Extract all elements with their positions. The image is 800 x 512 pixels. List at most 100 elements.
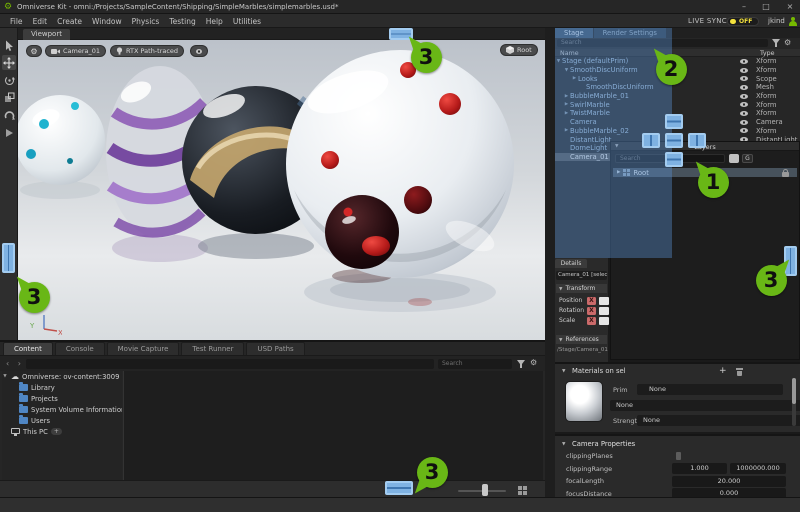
root-breadcrumb-button[interactable]: Root	[500, 44, 538, 56]
dock-target-left[interactable]	[642, 133, 660, 148]
viewport-canvas[interactable]: ⚙ Camera_01 RTX Path-traced Root Y X	[18, 40, 545, 340]
expand-arrow-icon[interactable]: ▼	[2, 374, 8, 379]
dock-edge-handle-bottom[interactable]	[385, 481, 413, 495]
add-connection-badge[interactable]: +	[51, 428, 62, 435]
transform-section-header[interactable]: ▼Transform	[556, 284, 607, 293]
viewport-settings-button[interactable]: ⚙	[26, 45, 42, 57]
thumbnail-size-slider-thumb[interactable]	[482, 484, 488, 496]
content-tab[interactable]: Test Runner	[181, 342, 244, 355]
visibility-menu-button[interactable]	[190, 45, 208, 57]
menu-item[interactable]: Window	[92, 17, 122, 26]
dock-edge-handle-left[interactable]	[2, 243, 15, 273]
content-tab[interactable]: USD Paths	[246, 342, 304, 355]
visibility-eye-icon[interactable]	[740, 68, 748, 73]
menu-bar: File Edit Create Window Physics Testing Help Ut…	[0, 14, 800, 28]
prim-type: Xform	[756, 109, 800, 117]
rotate-tool-button[interactable]	[2, 73, 16, 88]
list-icon[interactable]	[676, 452, 681, 460]
content-tree-row[interactable]: Library	[2, 382, 122, 393]
value-field[interactable]	[599, 297, 609, 305]
user-icon[interactable]	[788, 16, 797, 26]
layers-filter-button[interactable]	[729, 154, 739, 163]
collapse-triangle-icon[interactable]: ▼	[562, 369, 565, 374]
scale-tool-button[interactable]	[2, 90, 16, 105]
cloud-icon: ☁	[11, 373, 19, 381]
clear-x-button[interactable]: X	[587, 307, 596, 315]
content-tree-row[interactable]: Users	[2, 415, 122, 426]
content-tab[interactable]: Console	[55, 342, 105, 355]
callout-number: 3	[764, 265, 779, 296]
callout-badge: 3	[417, 457, 448, 488]
close-button[interactable]: ×	[784, 2, 796, 12]
gear-icon: ⚙	[30, 47, 37, 56]
material-dropdown[interactable]: None ▼	[610, 400, 800, 411]
visibility-eye-icon[interactable]	[740, 85, 748, 90]
live-sync-toggle[interactable]: OFF	[727, 17, 759, 26]
menu-item[interactable]: Utilities	[233, 17, 261, 26]
visibility-eye-icon[interactable]	[740, 76, 748, 81]
visibility-eye-icon[interactable]	[740, 94, 748, 99]
collapse-triangle-icon[interactable]: ▼	[562, 442, 565, 447]
strength-dropdown[interactable]: None ▼	[637, 415, 800, 426]
history-back-forward-buttons[interactable]: ‹ ›	[6, 359, 24, 368]
delete-material-icon[interactable]	[736, 368, 743, 376]
references-section-header[interactable]: ▼References	[556, 335, 607, 344]
content-tab[interactable]: Movie Capture	[107, 342, 180, 355]
maximize-button[interactable]: □	[760, 2, 772, 12]
camera-select-button[interactable]: Camera_01	[45, 45, 106, 57]
value-field[interactable]	[599, 317, 609, 325]
property-value-field[interactable]: 20.000	[672, 476, 786, 487]
minimize-button[interactable]: –	[738, 2, 750, 12]
snap-tool-button[interactable]	[2, 107, 16, 122]
panel-divider[interactable]	[545, 28, 555, 497]
content-tree-row[interactable]: ▼ ☁ Omniverse: ov-content:3009	[2, 371, 122, 382]
dock-target-bottom[interactable]	[665, 152, 683, 167]
content-tree-row[interactable]: System Volume Information	[2, 404, 122, 415]
grid-view-icon[interactable]	[518, 486, 527, 495]
property-value-field[interactable]: 1.000	[672, 463, 727, 474]
content-options-gear-icon[interactable]: ⚙	[530, 358, 537, 367]
menu-item[interactable]: Testing	[169, 17, 195, 26]
add-material-button[interactable]: +	[719, 366, 727, 376]
move-tool-button[interactable]	[2, 55, 16, 70]
visibility-eye-icon[interactable]	[740, 59, 748, 64]
material-preview-sphere[interactable]	[565, 381, 603, 422]
scrollbar-thumb[interactable]	[792, 378, 796, 404]
visibility-eye-icon[interactable]	[740, 102, 748, 107]
clear-x-button[interactable]: X	[587, 297, 596, 305]
menu-item[interactable]: Create	[57, 17, 82, 26]
select-tool-button[interactable]	[2, 38, 16, 53]
value-field[interactable]	[599, 307, 609, 315]
dock-target-top[interactable]	[665, 114, 683, 129]
viewport-panel: Viewport	[18, 28, 545, 340]
content-tree-row[interactable]: Projects	[2, 393, 122, 404]
visibility-eye-icon[interactable]	[740, 120, 748, 125]
lock-icon[interactable]	[782, 169, 789, 177]
filter-icon[interactable]	[517, 360, 525, 368]
filter-icon[interactable]	[772, 39, 780, 47]
menu-item[interactable]: Physics	[132, 17, 160, 26]
menu-item[interactable]: Edit	[33, 17, 48, 26]
content-file-area[interactable]	[123, 371, 543, 480]
renderer-select-button[interactable]: RTX Path-traced	[110, 45, 184, 57]
clear-x-button[interactable]: X	[587, 317, 596, 325]
dock-target-right[interactable]	[688, 133, 706, 148]
stage-options-gear-icon[interactable]: ⚙	[784, 38, 791, 48]
folder-icon	[19, 384, 28, 391]
content-search-input[interactable]: Search	[438, 359, 512, 369]
prim-value-field[interactable]: None	[637, 384, 783, 395]
transform-row-label: Rotation	[559, 307, 584, 314]
visibility-eye-icon[interactable]	[740, 128, 748, 133]
details-tab[interactable]: Details	[555, 259, 587, 268]
layers-g-button[interactable]: G	[742, 154, 753, 163]
play-button[interactable]	[2, 125, 16, 140]
content-tree-row[interactable]: This PC +	[2, 426, 122, 437]
dock-target-center[interactable]	[665, 133, 683, 148]
menu-item[interactable]: Help	[206, 17, 223, 26]
path-field[interactable]	[26, 359, 434, 369]
viewport-tab[interactable]: Viewport	[23, 29, 70, 40]
menu-item[interactable]: File	[10, 17, 23, 26]
property-value-field[interactable]: 1000000.000	[730, 463, 786, 474]
visibility-eye-icon[interactable]	[740, 111, 748, 116]
content-tab[interactable]: Content	[3, 342, 53, 355]
